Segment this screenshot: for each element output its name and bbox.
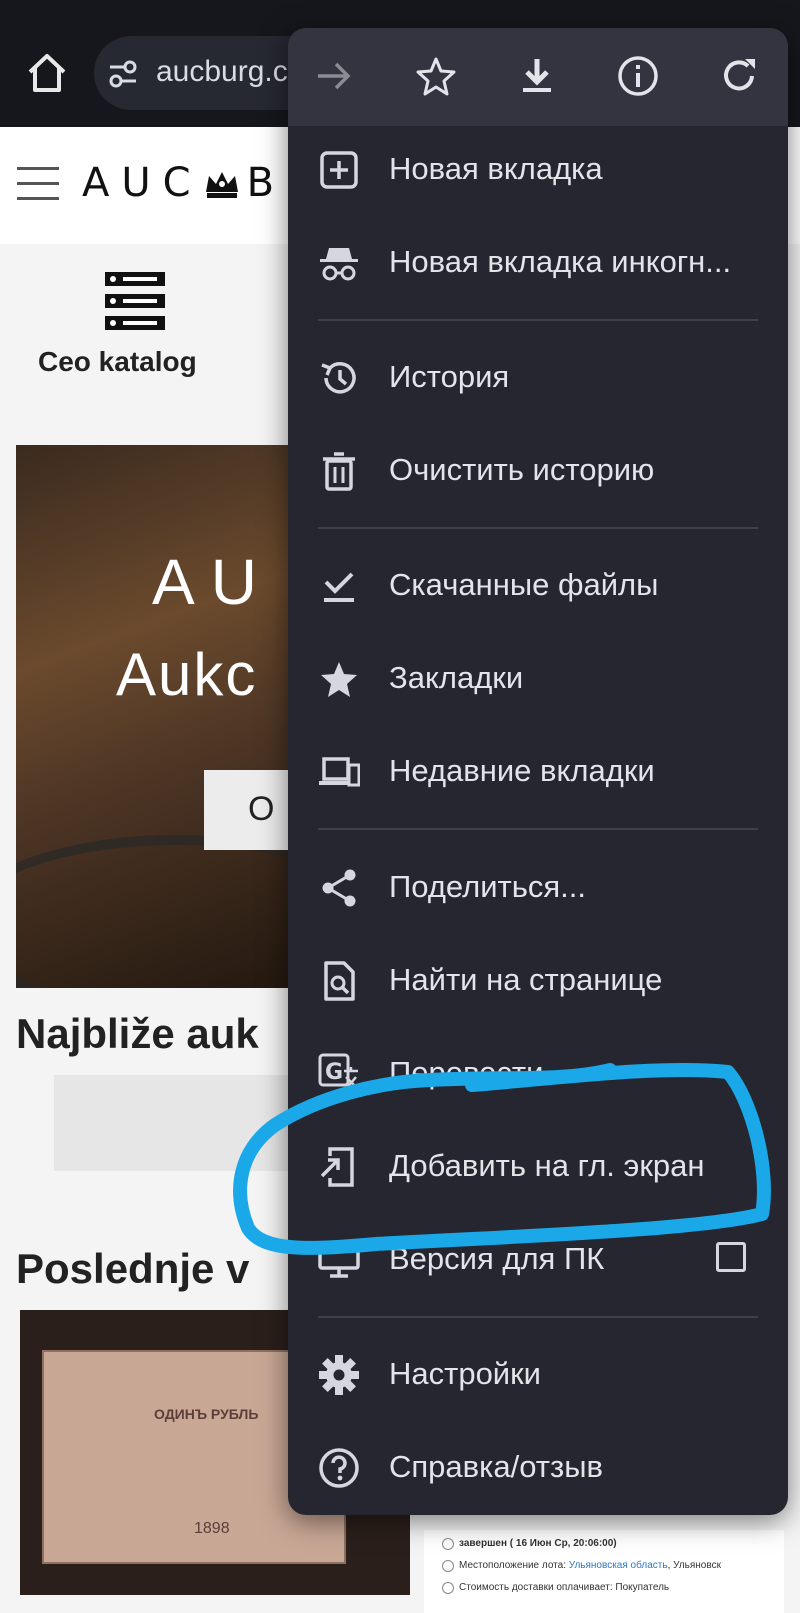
translate-icon: G	[318, 1053, 360, 1095]
recent-tabs-icon	[318, 751, 360, 793]
desktop-site-checkbox[interactable]	[716, 1242, 746, 1272]
download-icon[interactable]	[515, 54, 559, 98]
browser-overflow-menu: Новая вкладка Новая вкладка инкогн... Ис…	[288, 28, 788, 1515]
lot-location-label: Местоположение лота:	[459, 1560, 566, 1571]
trash-icon	[318, 450, 360, 492]
menu-item-bookmarks[interactable]: Закладки	[288, 633, 788, 723]
menu-item-label: Версия для ПК	[389, 1241, 605, 1276]
incognito-icon	[318, 242, 360, 284]
menu-item-label: Скачанные файлы	[389, 567, 659, 602]
menu-item-recent-tabs[interactable]: Недавние вкладки	[288, 726, 788, 816]
bookmarks-star-icon	[318, 658, 360, 700]
hero-button-label: O	[248, 790, 275, 828]
lot-location: Местоположение лота: Ульяновская область…	[459, 1560, 721, 1571]
catalog-list-icon[interactable]	[105, 272, 165, 330]
lot-location-city: , Ульяновск	[667, 1560, 721, 1571]
nearest-auction-box[interactable]	[54, 1075, 314, 1171]
menu-item-downloads[interactable]: Скачанные файлы	[288, 540, 788, 630]
site-settings-icon[interactable]	[106, 57, 140, 91]
hamburger-menu-icon[interactable]	[17, 167, 59, 201]
section-heading-nearest: Najbliže auk	[16, 1010, 259, 1057]
menu-divider	[318, 1316, 758, 1318]
banknote-title: ОДИНЪ РУБЛЬ	[154, 1406, 259, 1422]
info-icon[interactable]	[616, 54, 660, 98]
svg-text:G: G	[325, 1060, 343, 1085]
menu-item-add-to-home-screen[interactable]: Добавить на гл. экран	[288, 1121, 788, 1211]
menu-item-clear-history[interactable]: Очистить историю	[288, 425, 788, 515]
menu-item-incognito[interactable]: Новая вкладка инкогн...	[288, 217, 788, 307]
menu-item-label: Перевести...	[389, 1055, 570, 1090]
find-in-page-icon	[318, 960, 360, 1002]
new-tab-icon	[318, 149, 360, 191]
menu-item-help[interactable]: Справка/отзыв	[288, 1422, 788, 1512]
hero-title: AU	[152, 546, 273, 618]
hero-banner	[16, 445, 306, 988]
menu-item-desktop-site[interactable]: Версия для ПК	[288, 1214, 788, 1304]
location-pin-icon	[442, 1560, 454, 1572]
hero-subtitle: Aukc	[116, 641, 258, 708]
menu-item-label: Добавить на гл. экран	[389, 1148, 705, 1183]
menu-divider	[318, 527, 758, 529]
menu-divider	[318, 828, 758, 830]
menu-action-bar	[288, 28, 788, 126]
logo-text-right: B	[246, 160, 287, 206]
share-icon	[318, 867, 360, 909]
menu-item-label: Новая вкладка инкогн...	[389, 244, 732, 279]
section-heading-last: Poslednje v	[16, 1245, 250, 1292]
menu-item-share[interactable]: Поделиться...	[288, 842, 788, 932]
menu-item-label: Настройки	[389, 1356, 542, 1391]
menu-item-settings[interactable]: Настройки	[288, 1329, 788, 1419]
delivery-icon	[442, 1582, 454, 1594]
forward-icon[interactable]	[312, 54, 356, 98]
history-icon	[318, 357, 360, 399]
desktop-icon	[318, 1239, 360, 1281]
lot-location-region[interactable]: Ульяновская область	[569, 1560, 668, 1571]
refresh-icon[interactable]	[717, 54, 761, 98]
menu-item-find-in-page[interactable]: Найти на странице	[288, 935, 788, 1025]
menu-item-translate[interactable]: G Перевести...	[288, 1028, 788, 1118]
menu-item-new-tab[interactable]: Новая вкладка	[288, 124, 788, 214]
menu-item-label: История	[389, 359, 510, 394]
settings-gear-icon	[318, 1354, 360, 1396]
site-logo[interactable]: AUC B	[82, 160, 286, 206]
menu-item-label: Новая вкладка	[389, 151, 603, 186]
clock-icon	[442, 1538, 454, 1550]
downloads-icon	[318, 565, 360, 607]
bookmark-star-icon[interactable]	[414, 54, 458, 98]
lot-delivery: Стоимость доставки оплачивает: Покупател…	[459, 1582, 670, 1593]
menu-item-label: Поделиться...	[389, 869, 587, 904]
lot-card[interactable]: завершен ( 16 Июн Ср, 20:06:00) Местопол…	[424, 1530, 784, 1613]
help-icon	[318, 1447, 360, 1489]
menu-item-label: Очистить историю	[389, 452, 655, 487]
crown-icon	[203, 166, 241, 200]
menu-item-label: Закладки	[389, 660, 524, 695]
logo-text-left: AUC	[82, 160, 203, 206]
url-text[interactable]: aucburg.c	[156, 55, 288, 89]
menu-divider	[318, 319, 758, 321]
banknote-year: 1898	[194, 1520, 230, 1537]
catalog-label[interactable]: Ceo katalog	[38, 346, 197, 378]
home-icon[interactable]	[22, 48, 72, 98]
menu-item-label: Недавние вкладки	[389, 753, 655, 788]
menu-item-label: Справка/отзыв	[389, 1449, 603, 1484]
lot-status: завершен ( 16 Июн Ср, 20:06:00)	[459, 1538, 617, 1549]
menu-item-label: Найти на странице	[389, 962, 663, 997]
menu-item-history[interactable]: История	[288, 332, 788, 422]
add-to-home-screen-icon	[318, 1146, 360, 1188]
